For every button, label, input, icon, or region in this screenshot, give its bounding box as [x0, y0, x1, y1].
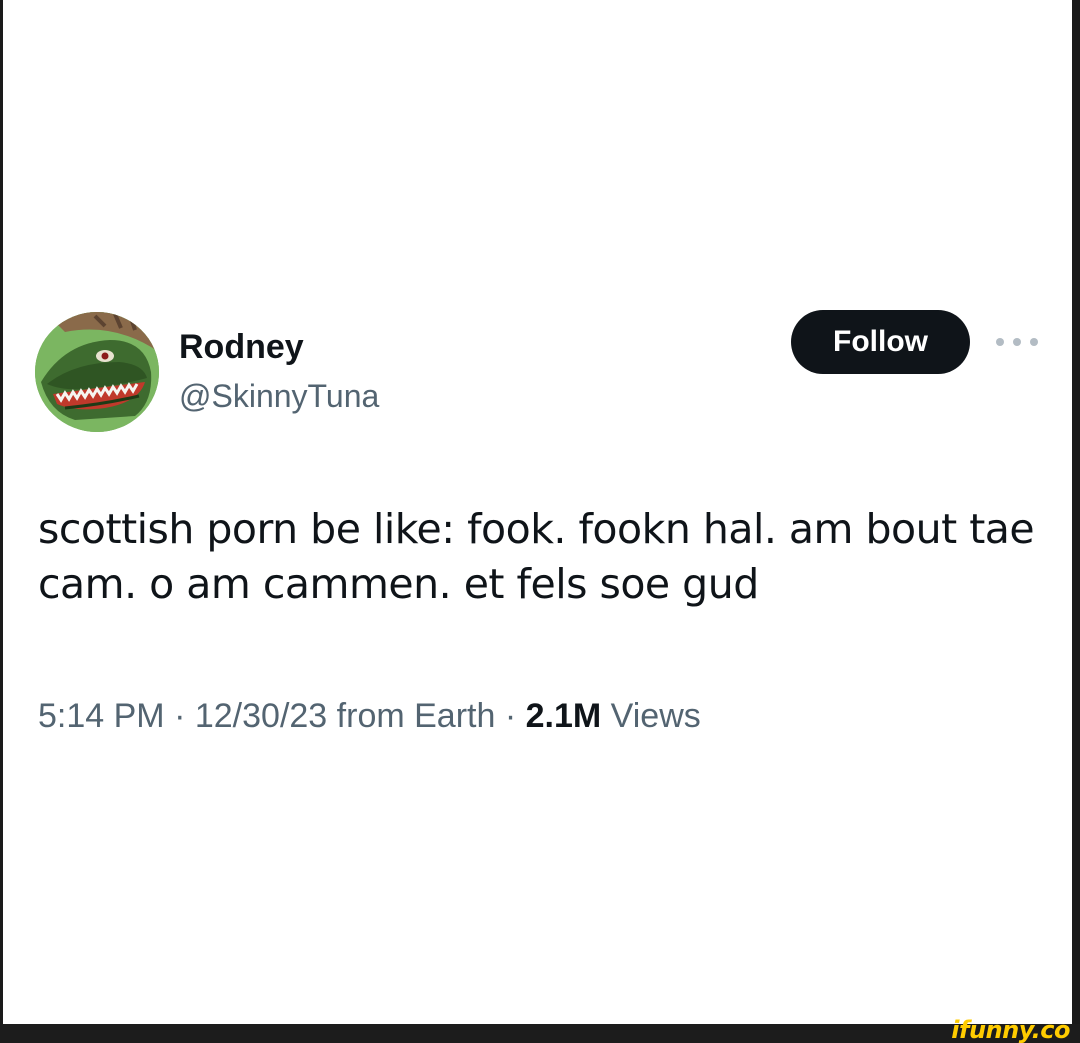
tweet-card: Rodney @SkinnyTuna Follow scottish porn … [0, 0, 1072, 1024]
meta-separator: · [174, 697, 186, 735]
display-name[interactable]: Rodney [179, 328, 304, 367]
user-handle[interactable]: @SkinnyTuna [179, 378, 379, 415]
lizard-avatar-icon [35, 312, 159, 432]
ifunny-watermark: ifunny.co [951, 1016, 1070, 1043]
views-label: Views [610, 697, 701, 735]
views-count[interactable]: 2.1M [526, 697, 602, 735]
right-border [1072, 0, 1080, 1024]
tweet-source: from Earth [336, 697, 496, 735]
tweet-time[interactable]: 5:14 PM [38, 697, 165, 735]
tweet-text: scottish porn be like: fook. fookn hal. … [38, 505, 1035, 608]
tweet-date[interactable]: 12/30/23 [195, 697, 327, 735]
avatar[interactable] [35, 312, 159, 432]
tweet-meta: 5:14 PM · 12/30/23 from Earth · 2.1M Vie… [38, 697, 701, 736]
follow-button[interactable]: Follow [791, 310, 970, 374]
footer-bar [0, 1024, 1080, 1043]
dot-icon [1030, 338, 1038, 346]
dot-icon [1013, 338, 1021, 346]
meta-separator: · [504, 697, 517, 735]
dot-icon [996, 338, 1004, 346]
more-options-icon[interactable] [996, 336, 1038, 348]
